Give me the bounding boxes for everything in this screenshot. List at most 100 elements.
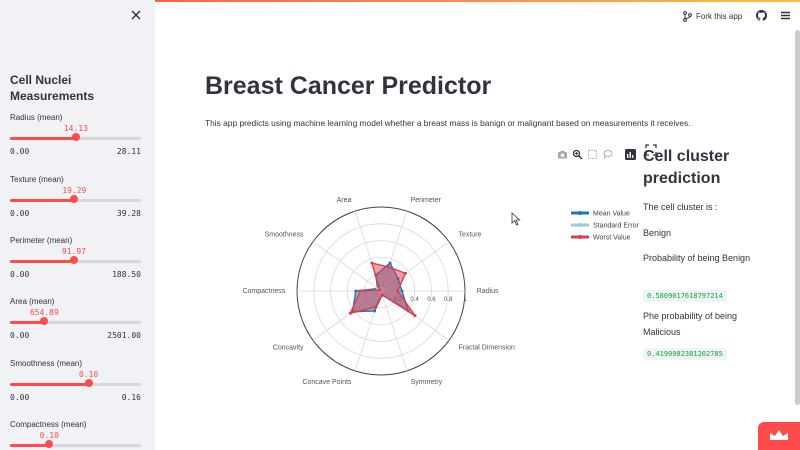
slider-min: 0.00 [10,270,30,279]
slider-1: Texture (mean) 19.29 0.00 39.28 [10,175,141,227]
slider-label: Texture (mean) [10,175,64,184]
axis-category-label: Concavity [273,344,304,351]
slider-thumb[interactable] [69,256,78,264]
slider-fill [10,444,50,447]
sidebar: Cell Nuclei Measurements Radius (mean) 14… [0,0,155,450]
github-icon[interactable] [756,10,767,21]
series-point [370,261,374,265]
fork-icon [683,10,692,22]
slider-3: Area (mean) 654.89 0.00 2501.00 [10,297,141,349]
slider-thumb[interactable] [71,133,80,141]
slider-value: 91.97 [61,247,86,256]
series-point [396,289,400,293]
radial-tick-label: 0.8 [444,297,453,303]
series-point [403,271,407,275]
radar-spoke [312,241,382,292]
slider-thumb[interactable] [45,440,54,448]
slider-track[interactable] [10,321,141,324]
slider-thumb[interactable] [84,379,93,387]
streamlit-badge[interactable] [758,422,800,450]
series-point [358,289,362,293]
slider-value: 14.13 [63,124,88,133]
axis-category-label: Symmetry [411,379,443,386]
series-point [387,265,391,269]
slider-max: 28.11 [116,147,141,156]
cluster-value: Benign [643,228,672,238]
legend-label: Worst Value [593,235,631,242]
slider-track[interactable] [10,444,141,447]
slider-label: Radius (mean) [10,113,63,122]
series-point [374,305,378,309]
legend-marker [578,235,582,239]
axis-category-label: Concave Points [302,379,352,386]
axis-category-label: Perimeter [411,197,442,204]
series-point [413,314,417,318]
slider-track[interactable] [10,383,141,386]
benign-probability-value: 0.5809017618797214 [643,290,727,302]
axis-category-label: Radius [477,288,499,295]
page-scrollbar[interactable] [795,30,800,405]
crown-icon [770,430,788,440]
series-point [400,289,404,293]
radial-tick-label: 1 [463,297,467,303]
legend-label: Standard Error [593,223,640,230]
slider-2: Perimeter (mean) 91.97 0.00 188.50 [10,236,141,288]
slider-min: 0.00 [10,331,30,340]
series-point [378,288,382,292]
slider-label: Area (mean) [10,297,55,306]
axis-category-label: Compactness [242,288,285,295]
malignant-probability-label: Phe probability of being Malicious [643,311,738,337]
slider-0: Radius (mean) 14.13 0.00 28.11 [10,113,141,165]
slider-min: 0.00 [10,393,30,402]
close-sidebar-icon[interactable] [128,9,144,25]
series-point [373,309,377,313]
slider-thumb[interactable] [70,195,79,203]
slider-thumb[interactable] [40,317,49,325]
fork-label: Fork this app [696,11,743,21]
slider-value: 0.10 [39,431,59,440]
slider-5: Compactness (mean) 0.10 [10,420,141,450]
slider-label: Smoothness (mean) [10,359,83,368]
slider-4: Smoothness (mean) 0.10 0.00 0.16 [10,359,141,411]
axis-category-label: Fractal Dimension [458,344,515,351]
mouse-cursor-icon [511,212,521,226]
slider-fill [10,199,75,202]
slider-max: 2501.00 [107,331,141,340]
radial-tick-label: 0.4 [410,297,419,303]
hamburger-menu-icon[interactable] [780,10,791,21]
slider-max: 0.16 [121,393,141,402]
app-description: This app predicts using machine learning… [205,118,691,128]
series-point [354,289,358,293]
radar-chart: 0.20.40.60.81RadiusTexturePerimeterAreaS… [200,150,640,450]
slider-fill [10,321,45,324]
series-point [388,261,392,265]
slider-fill [10,137,76,140]
slider-fill [10,260,74,263]
slider-fill [10,383,89,386]
slider-max: 39.28 [116,209,141,218]
slider-value: 19.29 [62,186,87,195]
sidebar-title: Cell Nuclei Measurements [10,73,95,103]
legend-marker [578,211,582,215]
slider-min: 0.00 [10,147,30,156]
slider-value: 654.89 [29,308,59,317]
slider-value: 0.10 [78,370,99,379]
axis-category-label: Texture [458,232,481,239]
fork-app-button[interactable]: Fork this app [683,10,742,22]
series-point [380,293,384,297]
cluster-label: The cell cluster is : [643,202,718,212]
malignant-probability-value: 0.4190982381202785 [643,348,727,360]
radial-tick-label: 0.6 [427,297,436,303]
prediction-title: Cell cluster prediction [643,148,730,187]
axis-category-label: Area [337,197,352,204]
series-point [348,311,352,315]
legend-label: Mean Value [593,211,630,218]
slider-min: 0.00 [10,209,30,218]
axis-category-label: Smoothness [265,232,304,239]
benign-probability-label: Probability of being Benign [643,253,751,263]
legend-marker [578,223,582,227]
slider-max: 188.50 [112,270,141,279]
slider-label: Compactness (mean) [10,420,87,429]
slider-label: Perimeter (mean) [10,236,73,245]
page-title: Breast Cancer Predictor [205,72,492,100]
